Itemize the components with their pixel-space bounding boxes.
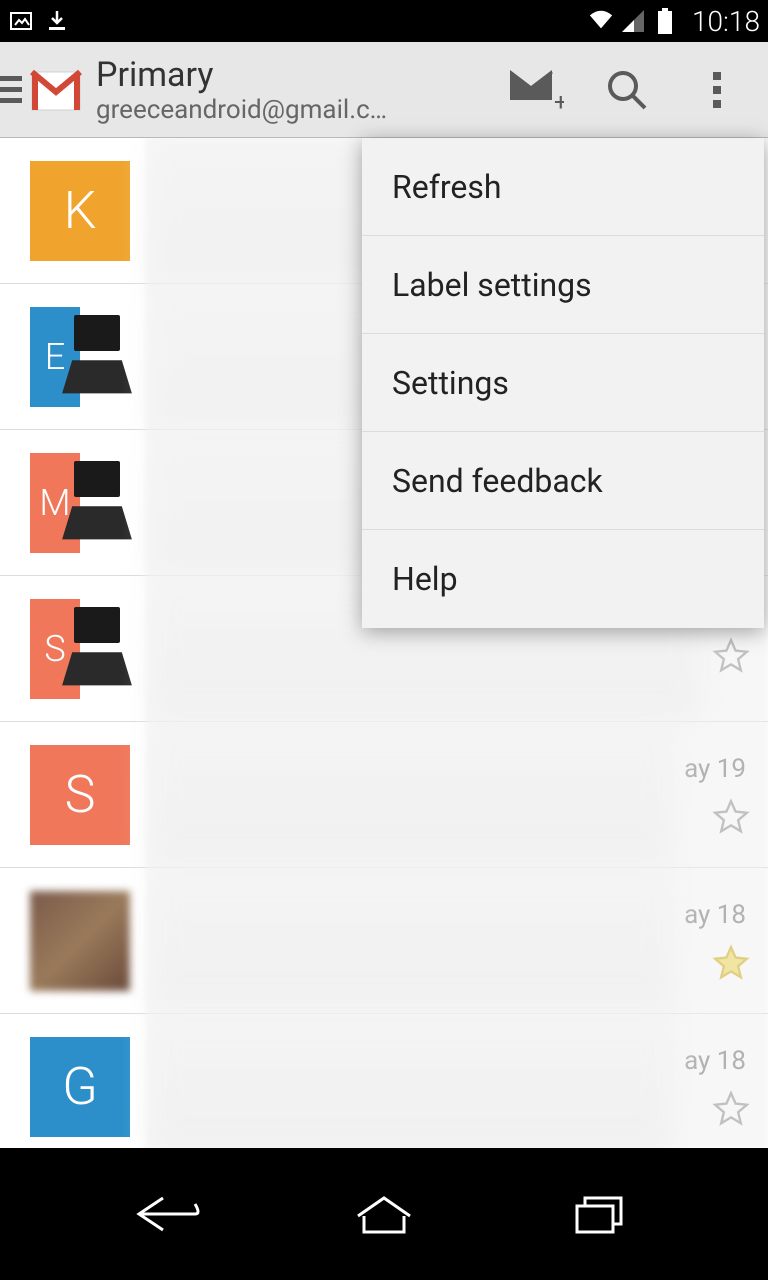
overflow-button[interactable] (672, 45, 762, 135)
star-icon[interactable] (712, 637, 750, 675)
status-bar: 10:18 (0, 0, 768, 42)
page-title: Primary (96, 55, 492, 95)
gallery-icon (8, 8, 34, 34)
star-icon[interactable] (712, 944, 750, 982)
gmail-icon (28, 62, 84, 118)
avatar: K (30, 161, 130, 261)
status-time: 10:18 (692, 5, 760, 38)
home-button[interactable] (329, 1179, 439, 1249)
search-button[interactable] (582, 45, 672, 135)
action-bar: Primary greeceandroid@gmail.c… + (0, 42, 768, 138)
email-row[interactable]: S ay 19 (0, 722, 768, 868)
email-date: ay 19 (684, 754, 746, 784)
email-row[interactable]: ay 18 (0, 868, 768, 1014)
recent-button[interactable] (545, 1179, 655, 1249)
menu-item-label-settings[interactable]: Label settings (362, 236, 764, 334)
account-email: greeceandroid@gmail.c… (96, 95, 436, 125)
wifi-icon (588, 8, 614, 34)
compose-button[interactable]: + (492, 45, 582, 135)
star-icon[interactable] (712, 798, 750, 836)
avatar (30, 891, 130, 991)
email-row[interactable]: G ay 18 (0, 1014, 768, 1148)
menu-item-send-feedback[interactable]: Send feedback (362, 432, 764, 530)
laptop-icon (70, 453, 130, 553)
avatar: S (30, 745, 130, 845)
email-preview (150, 722, 674, 867)
download-icon (44, 8, 70, 34)
laptop-icon (70, 307, 130, 407)
menu-item-help[interactable]: Help (362, 530, 764, 628)
email-date: ay 18 (684, 1046, 746, 1076)
svg-text:+: + (554, 88, 564, 112)
email-preview (150, 1014, 674, 1148)
email-preview (150, 868, 674, 1013)
battery-icon (652, 8, 678, 34)
star-icon[interactable] (712, 1090, 750, 1128)
avatar: G (30, 1037, 130, 1137)
back-button[interactable] (113, 1179, 223, 1249)
menu-item-settings[interactable]: Settings (362, 334, 764, 432)
overflow-menu: Refresh Label settings Settings Send fee… (362, 138, 764, 628)
menu-item-refresh[interactable]: Refresh (362, 138, 764, 236)
menu-button[interactable] (0, 65, 22, 115)
email-date: ay 18 (684, 900, 746, 930)
signal-icon (620, 8, 646, 34)
laptop-icon (70, 599, 130, 699)
navigation-bar (0, 1148, 768, 1280)
